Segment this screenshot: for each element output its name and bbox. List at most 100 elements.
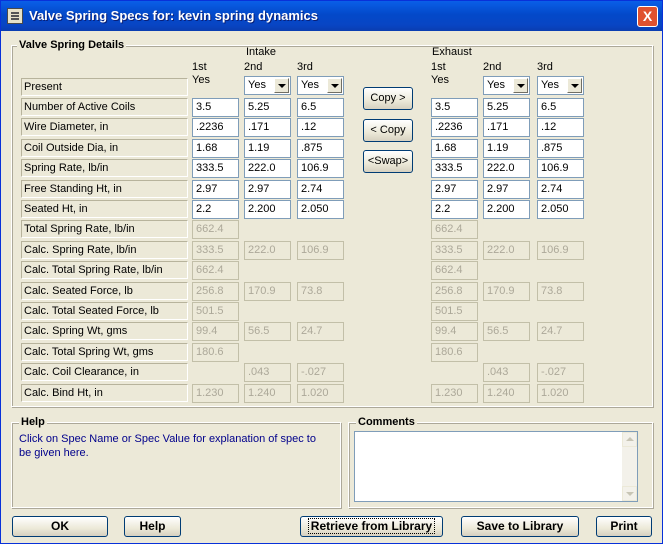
- exhaust-value-row-3-col-3[interactable]: .875: [537, 138, 584, 158]
- exhaust-value-row-1-col-2[interactable]: 5.25: [483, 98, 530, 117]
- valve-spring-specs-window: Valve Spring Specs for: kevin spring dyn…: [0, 0, 663, 544]
- retrieve-label: Retrieve from Library: [307, 518, 436, 534]
- exhaust-value-row-2-col-3[interactable]: .12: [537, 118, 584, 138]
- intake-value-row-1-col-3[interactable]: 6.5: [297, 98, 344, 117]
- intake-col-1-label: 1st: [192, 61, 207, 73]
- exhaust-col-2-label: 2nd: [483, 61, 502, 73]
- intake-value-row-1-col-1[interactable]: 3.5: [192, 98, 239, 117]
- scroll-down-icon[interactable]: [622, 486, 637, 501]
- intake-value-row-15-col-3: 1.020: [297, 383, 344, 403]
- intake-value-row-3-col-3[interactable]: .875: [297, 138, 344, 158]
- intake-value-row-5-col-3[interactable]: 2.74: [297, 179, 344, 199]
- spec-name-row-0[interactable]: Present: [21, 78, 188, 96]
- spec-name-row-13[interactable]: Calc. Total Spring Wt, gms: [21, 342, 188, 361]
- spec-name-row-12[interactable]: Calc. Spring Wt, gms: [21, 322, 188, 341]
- chevron-down-icon[interactable]: [567, 78, 582, 93]
- spec-name-row-10[interactable]: Calc. Seated Force, lb: [21, 281, 188, 300]
- exhaust-value-row-5-col-3[interactable]: 2.74: [537, 179, 584, 199]
- exhaust-value-row-10-col-2: 170.9: [483, 281, 530, 301]
- exhaust-value-row-1-col-1[interactable]: 3.5: [431, 98, 478, 117]
- combo-value: Yes: [487, 79, 505, 91]
- exhaust-value-row-10-col-1: 256.8: [431, 281, 478, 301]
- spec-name-row-8[interactable]: Calc. Spring Rate, lb/in: [21, 240, 188, 259]
- intake-value-row-12-col-1: 99.4: [192, 322, 239, 342]
- intake-value-row-2-col-2[interactable]: .171: [244, 118, 291, 138]
- copy-intake-to-exhaust-button[interactable]: Copy >: [363, 87, 413, 110]
- exhaust-value-row-5-col-2[interactable]: 2.97: [483, 179, 530, 199]
- exhaust-value-row-5-col-1[interactable]: 2.97: [431, 179, 478, 199]
- exhaust-value-row-1-col-3[interactable]: 6.5: [537, 98, 584, 117]
- spec-name-row-2[interactable]: Wire Diameter, in: [21, 118, 188, 137]
- exhaust-value-row-15-col-1: 1.230: [431, 383, 478, 403]
- intake-label: Intake: [246, 46, 276, 58]
- exhaust-value-row-4-col-2[interactable]: 222.0: [483, 159, 530, 179]
- exhaust-present-2nd-select[interactable]: Yes: [483, 76, 530, 95]
- intake-value-row-4-col-1[interactable]: 333.5: [192, 159, 239, 179]
- help-button[interactable]: Help: [124, 516, 181, 537]
- retrieve-from-library-button[interactable]: Retrieve from Library: [300, 516, 443, 537]
- intake-present-2nd-select[interactable]: Yes: [244, 76, 291, 95]
- intake-value-row-2-col-1[interactable]: .2236: [192, 118, 239, 138]
- exhaust-value-row-8-col-3: 106.9: [537, 240, 584, 260]
- spec-name-row-1[interactable]: Number of Active Coils: [21, 98, 188, 116]
- exhaust-value-row-6-col-1[interactable]: 2.2: [431, 200, 478, 219]
- intake-value-row-10-col-2: 170.9: [244, 281, 291, 301]
- intake-value-row-14-col-3: -.027: [297, 363, 344, 383]
- exhaust-value-row-3-col-2[interactable]: 1.19: [483, 138, 530, 158]
- scroll-up-icon[interactable]: [622, 432, 637, 447]
- save-to-library-button[interactable]: Save to Library: [461, 516, 579, 537]
- exhaust-value-row-4-col-1[interactable]: 333.5: [431, 159, 478, 179]
- spec-name-row-9[interactable]: Calc. Total Spring Rate, lb/in: [21, 261, 188, 280]
- intake-present-3rd-select[interactable]: Yes: [297, 76, 344, 95]
- intake-value-row-4-col-3[interactable]: 106.9: [297, 159, 344, 179]
- comments-textarea[interactable]: [354, 431, 638, 502]
- intake-value-row-4-col-2[interactable]: 222.0: [244, 159, 291, 179]
- intake-value-row-3-col-2[interactable]: 1.19: [244, 138, 291, 158]
- intake-value-row-5-col-1[interactable]: 2.97: [192, 179, 239, 199]
- intake-value-row-6-col-3[interactable]: 2.050: [297, 200, 344, 219]
- ok-button[interactable]: OK: [12, 516, 108, 537]
- intake-value-row-6-col-1[interactable]: 2.2: [192, 200, 239, 219]
- close-button[interactable]: X: [637, 6, 658, 27]
- chevron-down-icon[interactable]: [327, 78, 342, 93]
- exhaust-value-row-6-col-3[interactable]: 2.050: [537, 200, 584, 219]
- intake-value-row-5-col-2[interactable]: 2.97: [244, 179, 291, 199]
- combo-value: Yes: [248, 79, 266, 91]
- chevron-down-icon[interactable]: [274, 78, 289, 93]
- spec-name-row-15[interactable]: Calc. Bind Ht, in: [21, 383, 188, 402]
- intake-present-1st: Yes: [192, 74, 210, 86]
- exhaust-value-row-13-col-1: 180.6: [431, 342, 478, 362]
- intake-value-row-12-col-2: 56.5: [244, 322, 291, 342]
- exhaust-value-row-12-col-1: 99.4: [431, 322, 478, 342]
- spec-name-row-14[interactable]: Calc. Coil Clearance, in: [21, 363, 188, 382]
- spec-name-row-11[interactable]: Calc. Total Seated Force, lb: [21, 302, 188, 320]
- exhaust-value-row-2-col-1[interactable]: .2236: [431, 118, 478, 138]
- exhaust-value-row-6-col-2[interactable]: 2.200: [483, 200, 530, 219]
- swap-button[interactable]: <Swap>: [363, 150, 413, 173]
- comments-scrollbar[interactable]: [622, 432, 637, 501]
- intake-value-row-3-col-1[interactable]: 1.68: [192, 138, 239, 158]
- spec-name-row-5[interactable]: Free Standing Ht, in: [21, 179, 188, 198]
- copy-left-label: < Copy: [370, 124, 406, 136]
- spec-name-row-6[interactable]: Seated Ht, in: [21, 200, 188, 218]
- save-label: Save to Library: [476, 519, 564, 533]
- exhaust-value-row-4-col-3[interactable]: 106.9: [537, 159, 584, 179]
- exhaust-value-row-8-col-2: 222.0: [483, 240, 530, 260]
- title-bar[interactable]: Valve Spring Specs for: kevin spring dyn…: [1, 1, 662, 31]
- copy-exhaust-to-intake-button[interactable]: < Copy: [363, 119, 413, 142]
- intake-value-row-6-col-2[interactable]: 2.200: [244, 200, 291, 219]
- spec-name-row-3[interactable]: Coil Outside Dia, in: [21, 138, 188, 157]
- exhaust-value-row-2-col-2[interactable]: .171: [483, 118, 530, 138]
- print-button[interactable]: Print: [596, 516, 652, 537]
- exhaust-present-3rd-select[interactable]: Yes: [537, 76, 584, 95]
- intake-value-row-10-col-3: 73.8: [297, 281, 344, 301]
- intake-value-row-13-col-1: 180.6: [192, 342, 239, 362]
- chevron-down-icon[interactable]: [513, 78, 528, 93]
- intake-value-row-1-col-2[interactable]: 5.25: [244, 98, 291, 117]
- intake-value-row-2-col-3[interactable]: .12: [297, 118, 344, 138]
- exhaust-value-row-15-col-3: 1.020: [537, 383, 584, 403]
- spec-name-row-4[interactable]: Spring Rate, lb/in: [21, 159, 188, 178]
- spec-name-row-7[interactable]: Total Spring Rate, lb/in: [21, 220, 188, 239]
- help-text: Click on Spec Name or Spec Value for exp…: [19, 433, 316, 459]
- exhaust-value-row-3-col-1[interactable]: 1.68: [431, 138, 478, 158]
